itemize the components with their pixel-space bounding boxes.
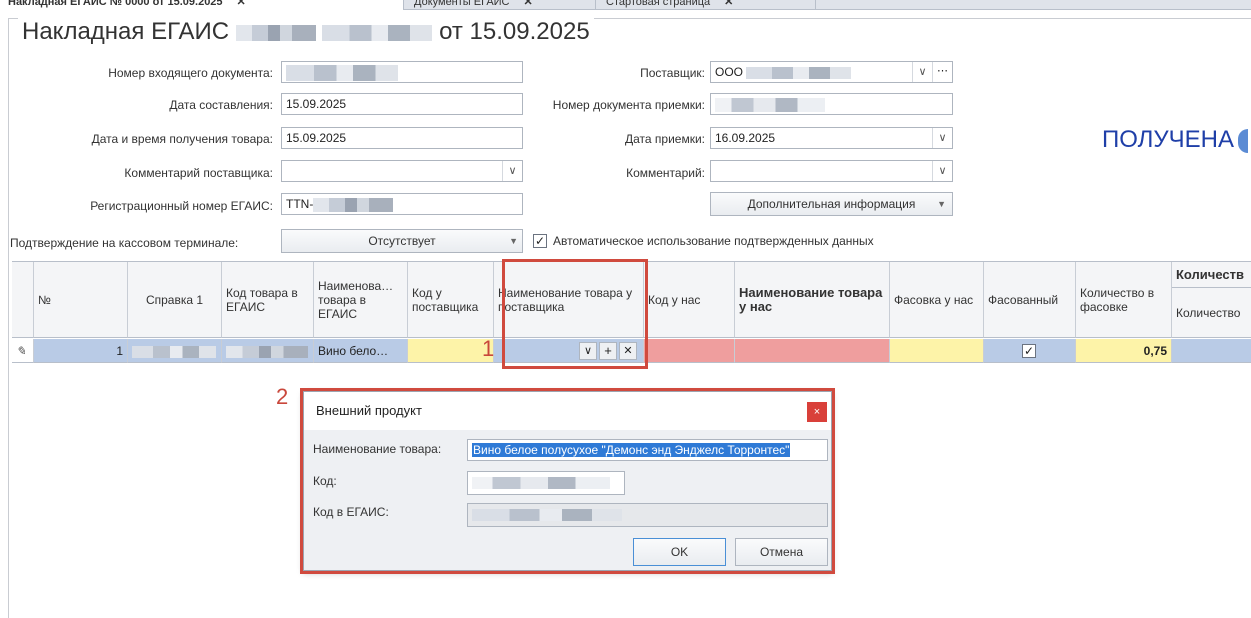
received-date-field[interactable]: 15.09.2025	[281, 127, 523, 149]
redacted-value	[286, 64, 398, 81]
kkm-confirm-value: Отсутствует	[368, 234, 436, 248]
redacted-number	[322, 24, 433, 41]
triangle-down-icon: ▼	[509, 236, 518, 246]
incoming-doc-label: Номер входящего документа:	[108, 66, 273, 80]
tab-bar: Накладная ЕГАИС № 0000 от 15.09.2025 ✕ До…	[0, 0, 1251, 10]
row-our-pack[interactable]	[890, 339, 984, 363]
egais-reg-field[interactable]: TTN-	[281, 193, 523, 215]
extra-info-label: Дополнительная информация	[747, 197, 916, 211]
tab-label: Стартовая страница	[606, 0, 711, 8]
column-header-quantity-group[interactable]: Количеств	[1172, 262, 1251, 288]
supplier-field[interactable]: ООО ∨ ⋯	[710, 61, 953, 83]
row-certificate[interactable]	[128, 339, 222, 363]
redacted-value	[313, 197, 394, 212]
highlight-box-2	[300, 388, 835, 574]
column-header-supplier-code[interactable]: Код у поставщика	[408, 262, 494, 338]
incoming-doc-field[interactable]	[281, 61, 523, 83]
acceptance-date-field[interactable]: 16.09.2025 ∨	[710, 127, 953, 149]
row-packaged[interactable]: ✓	[984, 339, 1076, 363]
row-egais-code[interactable]	[222, 339, 314, 363]
auto-use-label: Автоматическое использование подтвержден…	[553, 234, 874, 248]
acceptance-date-value: 16.09.2025	[715, 131, 776, 145]
acceptance-doc-field[interactable]	[710, 93, 953, 115]
status-text: ПОЛУЧЕНА	[1102, 126, 1234, 153]
chevron-down-icon[interactable]: ∨	[912, 62, 932, 82]
packaged-checkbox[interactable]: ✓	[1022, 344, 1036, 358]
chevron-down-icon[interactable]: ∨	[932, 161, 952, 181]
kkm-confirm-label: Подтверждение на кассовом терминале:	[10, 236, 239, 250]
acceptance-doc-label: Номер документа приемки:	[552, 98, 705, 112]
status-badge: ПОЛУЧЕНА	[1102, 126, 1248, 154]
comment-field[interactable]: ∨	[710, 160, 953, 182]
close-icon[interactable]: ✕	[724, 0, 733, 8]
composed-date-label: Дата составления:	[169, 98, 273, 112]
tab-label: Накладная ЕГАИС № 0000 от 15.09.2025	[8, 0, 223, 8]
title-prefix: Накладная ЕГАИС	[22, 18, 230, 45]
tab-egais-documents[interactable]: Документы ЕГАИС ✕	[406, 0, 596, 10]
redacted-value	[746, 66, 852, 79]
more-icon[interactable]: ⋯	[932, 62, 952, 82]
supplier-value: ООО	[715, 65, 744, 79]
extra-info-button[interactable]: Дополнительная информация ▼	[710, 192, 953, 216]
column-header-our-name[interactable]: Наименование товара у нас	[735, 262, 890, 338]
triangle-down-icon: ▼	[937, 199, 946, 209]
acceptance-date-label: Дата приемки:	[625, 132, 705, 146]
row-our-code[interactable]	[644, 339, 735, 363]
auto-use-checkbox[interactable]: ✓	[533, 234, 547, 248]
kkm-confirm-select[interactable]: Отсутствует ▼	[281, 229, 523, 253]
close-icon[interactable]: ✕	[524, 0, 533, 8]
marker-1: 1	[482, 336, 495, 361]
composed-date-field[interactable]: 15.09.2025	[281, 93, 523, 115]
row-egais-name[interactable]: Вино бело…	[314, 339, 408, 363]
marker-2: 2	[276, 384, 289, 409]
column-header-quantity[interactable]: Количество	[1172, 288, 1251, 338]
comment-label: Комментарий:	[626, 166, 705, 180]
egais-reg-label: Регистрационный номер ЕГАИС:	[90, 199, 273, 213]
status-icon	[1238, 128, 1248, 153]
row-quantity[interactable]	[1172, 339, 1251, 363]
close-icon[interactable]: ✕	[237, 0, 246, 8]
tab-egais-invoice[interactable]: Накладная ЕГАИС № 0000 от 15.09.2025 ✕	[0, 0, 404, 10]
supplier-comment-field[interactable]: ∨	[281, 160, 523, 182]
column-header-packaged[interactable]: Фасованный	[984, 262, 1076, 338]
received-date-label: Дата и время получения товара:	[91, 132, 273, 146]
column-header-our-code[interactable]: Код у нас	[644, 262, 735, 338]
egais-reg-value: TTN-	[286, 197, 314, 211]
tab-start-page[interactable]: Стартовая страница ✕	[598, 0, 816, 10]
row-num[interactable]: 1	[34, 339, 128, 363]
supplier-label: Поставщик:	[640, 66, 705, 80]
row-our-name[interactable]	[735, 339, 890, 363]
title-date: от 15.09.2025	[439, 18, 590, 45]
column-header-egais-name[interactable]: Наименова… товара в ЕГАИС	[314, 262, 408, 338]
column-header-certificate[interactable]: Справка 1	[128, 262, 222, 338]
column-header-pack-qty[interactable]: Количество в фасовке	[1076, 262, 1172, 338]
chevron-down-icon[interactable]: ∨	[502, 161, 522, 181]
column-header-indicator	[12, 262, 34, 338]
redacted-number	[235, 24, 316, 41]
edit-pencil-icon: ✎	[12, 339, 34, 363]
column-header-our-pack[interactable]: Фасовка у нас	[890, 262, 984, 338]
redacted-value	[715, 97, 825, 112]
tab-label: Документы ЕГАИС	[414, 0, 510, 8]
redacted-value	[132, 345, 216, 358]
chevron-down-icon[interactable]: ∨	[932, 128, 952, 148]
highlight-box-1	[502, 259, 648, 369]
page-title: Накладная ЕГАИС от 15.09.2025	[18, 18, 594, 46]
column-header-num[interactable]: №	[34, 262, 128, 338]
supplier-comment-label: Комментарий поставщика:	[124, 166, 273, 180]
row-pack-qty[interactable]: 0,75	[1076, 339, 1172, 363]
redacted-value	[226, 345, 308, 358]
column-header-egais-code[interactable]: Код товара в ЕГАИС	[222, 262, 314, 338]
